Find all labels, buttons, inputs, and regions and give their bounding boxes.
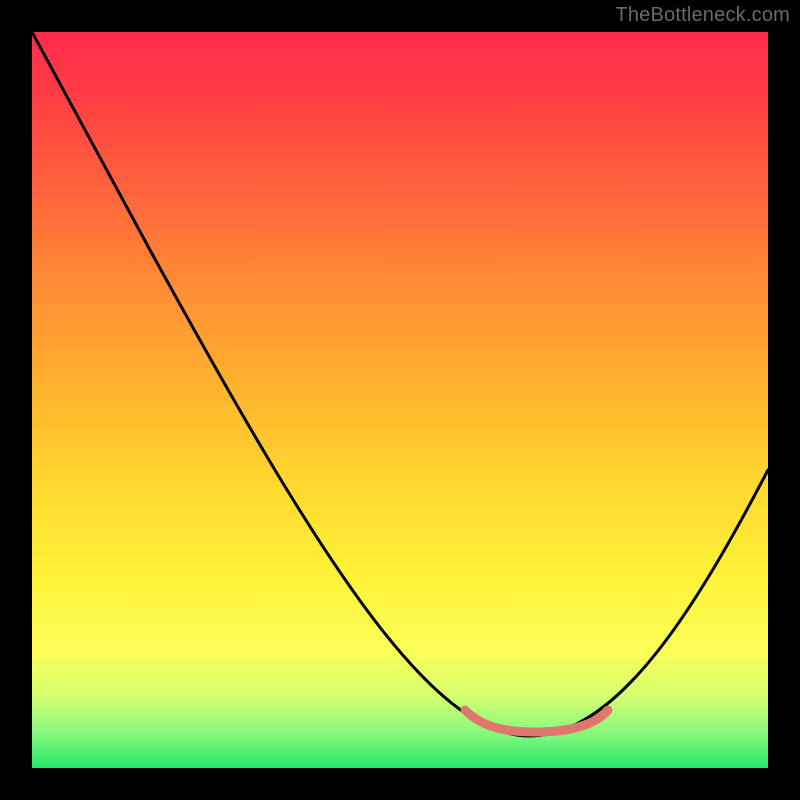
plot-area [32, 32, 768, 768]
optimal-range-marker [465, 710, 608, 732]
bottleneck-curve [32, 32, 768, 736]
curve-layer [32, 32, 768, 768]
chart-frame: TheBottleneck.com [0, 0, 800, 800]
watermark-text: TheBottleneck.com [615, 4, 790, 27]
